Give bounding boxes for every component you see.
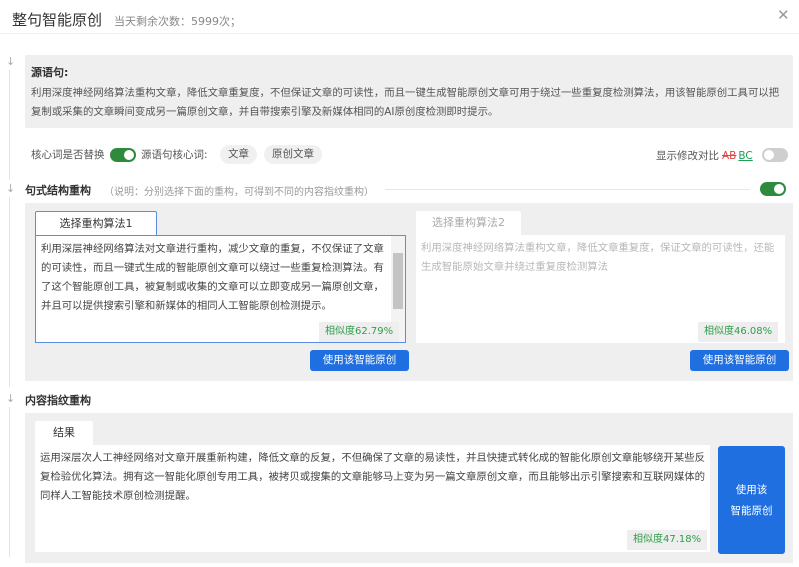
remaining-count: 当天剩余次数：5999次； xyxy=(114,15,241,28)
structure-toggle[interactable] xyxy=(760,182,786,196)
keyword-replace-label: 核心词是否替换 xyxy=(31,149,105,161)
tab-algorithm-2[interactable]: 选择重构算法2 xyxy=(416,211,521,235)
source-text: 利用深度神经网络算法重构文章，降低文章重复度，不但保证文章的可读性，而且一键生成… xyxy=(31,87,780,118)
result-similarity: 相似度47.18% xyxy=(627,530,708,550)
dialog-title: 整句智能原创 xyxy=(12,11,103,29)
source-label: 源语句: xyxy=(31,66,69,79)
result-text[interactable]: 运用深层次人工神经网络对文章开展重新构建，降低文章的反复，不但确保了文章的易读性… xyxy=(35,445,710,552)
use-result-button-line2: 智能原创 xyxy=(730,505,773,517)
use-result-button[interactable]: 使用该 智能原创 xyxy=(718,446,785,554)
tab-algorithm-1[interactable]: 选择重构算法1 xyxy=(35,211,157,236)
timeline-line xyxy=(9,407,10,557)
keyword-replace-toggle[interactable] xyxy=(110,148,136,162)
compare-ab-text: AB xyxy=(722,150,737,162)
compare-bc-text: BC xyxy=(738,150,753,162)
compare-label: 显示修改对比 AB BC xyxy=(656,148,753,163)
structure-section-note: （说明：分别选择下面的重构，可得到不同的内容指纹重构） xyxy=(104,187,374,198)
use-result-button-line1: 使用该 xyxy=(735,484,768,496)
keyword-chip[interactable]: 文章 xyxy=(220,145,257,164)
use-algorithm-1-button[interactable]: 使用该智能原创 xyxy=(310,350,409,371)
arrow-down-icon: ↓ xyxy=(6,182,16,195)
arrow-down-icon: ↓ xyxy=(6,392,16,405)
algorithm-1-scroll-thumb[interactable] xyxy=(393,253,403,309)
tab-result[interactable]: 结果 xyxy=(35,421,93,445)
timeline-line xyxy=(9,197,10,387)
structure-section-title: 句式结构重构 xyxy=(25,184,91,197)
use-algorithm-2-button[interactable]: 使用该智能原创 xyxy=(690,350,789,371)
keyword-chip[interactable]: 原创文章 xyxy=(264,145,322,164)
arrow-down-icon: ↓ xyxy=(6,55,16,68)
algorithm-2-similarity: 相似度46.08% xyxy=(698,322,779,342)
algorithm-1-similarity: 相似度62.79% xyxy=(319,322,400,342)
close-icon[interactable]: ✕ xyxy=(777,8,790,23)
structure-divider xyxy=(385,189,750,190)
header-divider xyxy=(0,33,799,34)
compare-toggle[interactable] xyxy=(762,148,788,162)
fingerprint-section-title: 内容指纹重构 xyxy=(25,394,91,407)
timeline-line xyxy=(9,70,10,180)
compare-label-text: 显示修改对比 xyxy=(656,150,719,162)
source-keywords-label: 源语句核心词: xyxy=(141,149,208,161)
